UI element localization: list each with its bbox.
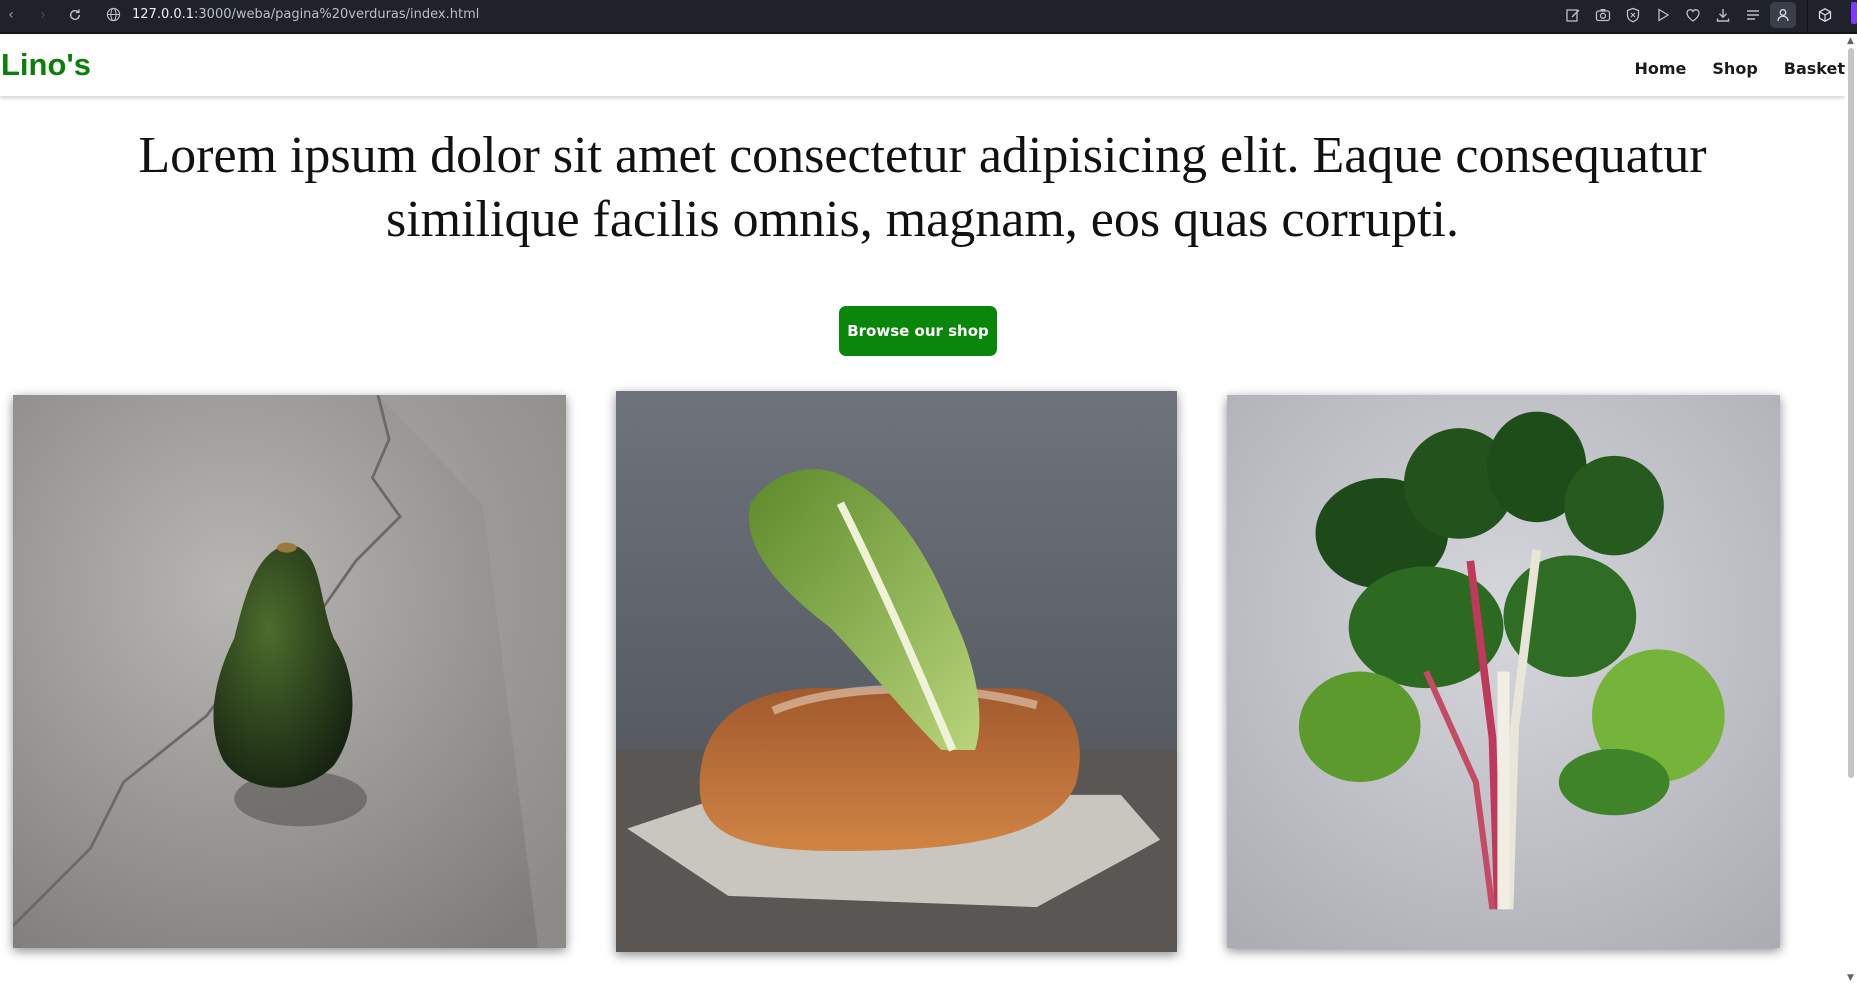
- nav-link-basket[interactable]: Basket: [1784, 59, 1845, 78]
- url-host: 127.0.0.1: [132, 7, 195, 22]
- site-header: Lino's Home Shop Basket: [0, 36, 1845, 96]
- profile-icon[interactable]: [1770, 2, 1796, 28]
- scroll-thumb[interactable]: [1848, 48, 1854, 778]
- nav-link-shop[interactable]: Shop: [1712, 59, 1757, 78]
- forward-icon[interactable]: ›: [32, 4, 54, 26]
- gallery-image-swiss-chard: [1227, 395, 1780, 948]
- browser-toolbar: ‹ › 127.0.0.1:3000/weba/pagina%20verdura…: [0, 0, 1857, 34]
- url-path: :3000/weba/pagina%20verduras/index.html: [194, 7, 480, 22]
- camera-icon[interactable]: [1590, 2, 1616, 28]
- reload-icon[interactable]: [64, 4, 86, 26]
- browse-shop-button[interactable]: Browse our shop: [839, 306, 997, 356]
- download-icon[interactable]: [1710, 2, 1736, 28]
- main-nav: Home Shop Basket: [1609, 59, 1846, 78]
- sidebar-accent: [1851, 2, 1857, 24]
- shield-icon[interactable]: [1620, 2, 1646, 28]
- hero-title: Lorem ipsum dolor sit amet consectetur a…: [138, 127, 1707, 248]
- page-scrollbar[interactable]: ▲ ▼: [1845, 34, 1857, 985]
- address-bar[interactable]: 127.0.0.1:3000/weba/pagina%20verduras/in…: [132, 5, 479, 25]
- scroll-up-icon[interactable]: ▲: [1847, 36, 1854, 46]
- extensions-icon[interactable]: [1812, 2, 1838, 28]
- scroll-down-icon[interactable]: ▼: [1847, 973, 1854, 983]
- heart-icon[interactable]: [1680, 2, 1706, 28]
- toolbar-divider: [1807, 0, 1808, 34]
- site-logo[interactable]: Lino's: [1, 47, 91, 83]
- gallery-image-bread-lettuce: [616, 391, 1177, 952]
- gallery-image-avocado: [13, 395, 566, 948]
- play-icon[interactable]: [1650, 2, 1676, 28]
- nav-link-home[interactable]: Home: [1635, 59, 1687, 78]
- back-icon[interactable]: ‹: [0, 4, 22, 26]
- edit-icon[interactable]: [1560, 2, 1586, 28]
- globe-icon: [103, 4, 125, 26]
- menu-icon[interactable]: [1740, 2, 1766, 28]
